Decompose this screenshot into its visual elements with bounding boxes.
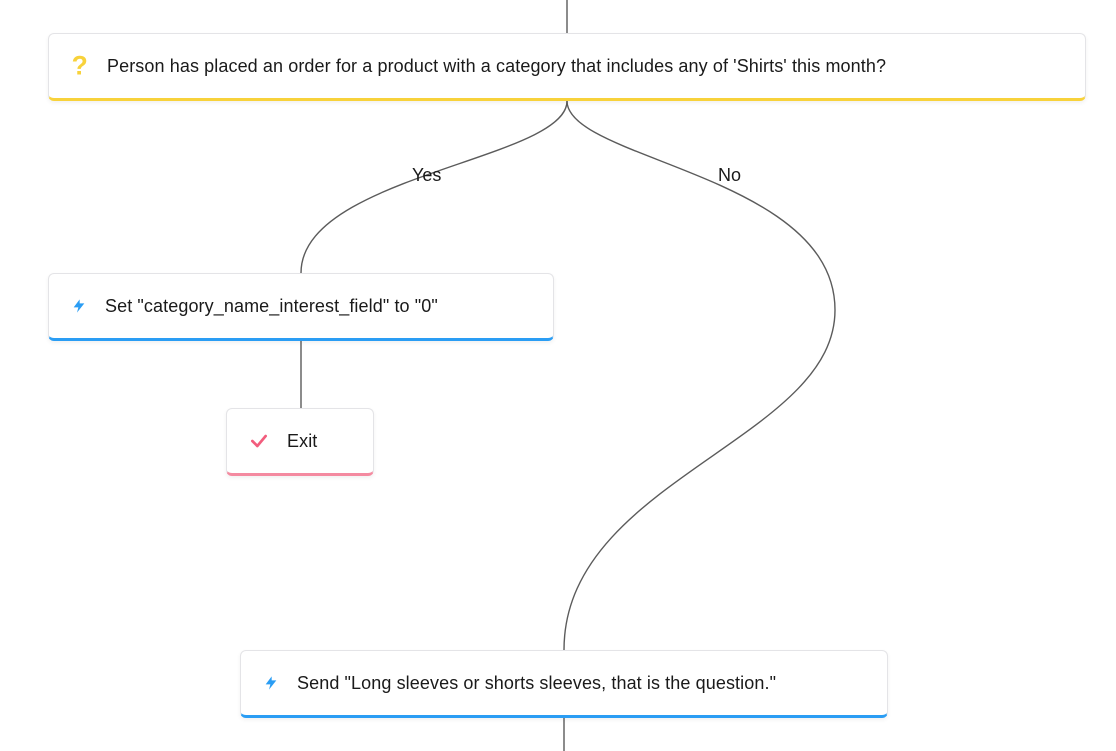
condition-text: Person has placed an order for a product… <box>107 56 886 77</box>
exit-text: Exit <box>287 431 317 452</box>
action-text: Set "category_name_interest_field" to "0… <box>105 296 438 317</box>
bolt-icon <box>71 295 87 317</box>
check-icon <box>249 431 269 451</box>
flow-connectors <box>0 0 1116 751</box>
exit-node[interactable]: Exit <box>226 408 374 476</box>
bolt-icon <box>263 672 279 694</box>
action-text: Send "Long sleeves or shorts sleeves, th… <box>297 673 776 694</box>
action-node-set-field[interactable]: Set "category_name_interest_field" to "0… <box>48 273 554 341</box>
action-node-send[interactable]: Send "Long sleeves or shorts sleeves, th… <box>240 650 888 718</box>
question-icon: ? <box>71 54 89 78</box>
svg-text:?: ? <box>72 54 88 78</box>
branch-label-yes: Yes <box>412 165 441 186</box>
branch-label-no: No <box>718 165 741 186</box>
condition-node[interactable]: ? Person has placed an order for a produ… <box>48 33 1086 101</box>
